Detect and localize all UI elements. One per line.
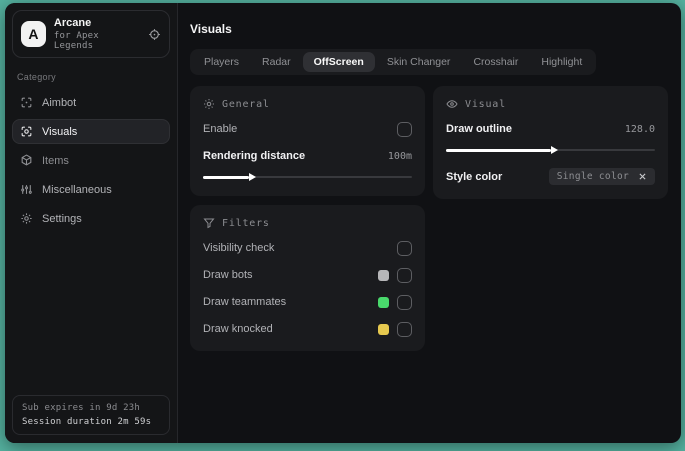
draw-outline-slider[interactable] [446, 145, 655, 155]
sidebar-item-settings[interactable]: Settings [12, 206, 170, 231]
tab-highlight[interactable]: Highlight [530, 52, 593, 72]
sun-icon [203, 98, 215, 110]
style-color-select[interactable]: Single color [548, 168, 655, 185]
left-column: General Enable Rendering distance 100m F… [190, 86, 425, 351]
sidebar-item-items[interactable]: Items [12, 148, 170, 173]
app-header-card: A Arcane for Apex Legends [12, 10, 170, 58]
visual-panel: Visual Draw outline 128.0 Style color Si… [433, 86, 668, 199]
main-content: Visuals Players Radar OffScreen Skin Cha… [178, 3, 681, 443]
app-title: Arcane [53, 17, 92, 29]
target-icon[interactable] [148, 28, 161, 41]
draw-knocked-checkbox[interactable] [397, 321, 412, 337]
close-icon[interactable] [638, 172, 647, 181]
sidebar: A Arcane for Apex Legends Category Aimbo… [5, 3, 178, 443]
draw-outline-label: Draw outline [446, 123, 513, 135]
rendering-distance-slider[interactable] [203, 172, 412, 182]
general-panel-title: General [222, 98, 270, 110]
tab-bar: Players Radar OffScreen Skin Changer Cro… [190, 49, 597, 75]
draw-bots-color-swatch[interactable] [378, 269, 389, 281]
visibility-check-label: Visibility check [203, 242, 275, 254]
tab-players[interactable]: Players [193, 52, 250, 72]
style-color-label: Style color [446, 170, 503, 183]
tab-crosshair[interactable]: Crosshair [462, 52, 529, 72]
rendering-distance-label: Rendering distance [203, 150, 306, 162]
crosshair-icon [20, 96, 33, 109]
app-logo: A [21, 21, 46, 47]
sidebar-item-label: Settings [42, 212, 82, 225]
slider-fill [203, 172, 256, 181]
subscription-info-card: Sub expires in 9d 23h Session duration 2… [12, 395, 170, 435]
general-panel-header: General [203, 98, 412, 110]
draw-teammates-color-swatch[interactable] [378, 296, 389, 308]
draw-knocked-color-swatch[interactable] [378, 323, 389, 335]
general-panel: General Enable Rendering distance 100m [190, 86, 425, 196]
app-window: A Arcane for Apex Legends Category Aimbo… [5, 3, 681, 443]
sidebar-nav: Aimbot Visuals Items Miscellaneous Setti… [12, 90, 170, 235]
visual-panel-header: Visual [446, 98, 655, 110]
sidebar-item-label: Miscellaneous [42, 183, 112, 196]
draw-bots-checkbox[interactable] [397, 267, 412, 283]
filters-panel-title: Filters [222, 217, 270, 229]
eye-icon [446, 98, 458, 110]
draw-bots-label: Draw bots [203, 269, 253, 281]
desktop-background: A Arcane for Apex Legends Category Aimbo… [0, 0, 685, 451]
visibility-check-checkbox[interactable] [397, 240, 412, 256]
gear-icon [20, 212, 33, 225]
sidebar-item-aimbot[interactable]: Aimbot [12, 90, 170, 115]
sidebar-item-label: Visuals [42, 125, 78, 138]
page-title: Visuals [190, 22, 232, 36]
filters-panel: Filters Visibility check Draw bots Draw … [190, 205, 425, 351]
session-duration-text: Session duration 2m 59s [22, 417, 152, 427]
eye-scan-icon [20, 125, 33, 138]
enable-label: Enable [203, 123, 238, 135]
style-color-selected-option: Single color [556, 171, 629, 182]
filters-panel-header: Filters [203, 217, 412, 229]
draw-outline-value: 128.0 [624, 123, 655, 135]
draw-knocked-label: Draw knocked [203, 323, 273, 335]
app-meta: Arcane for Apex Legends [54, 17, 140, 51]
rendering-distance-value: 100m [387, 150, 412, 162]
cube-icon [20, 154, 33, 167]
tab-skin-changer[interactable]: Skin Changer [376, 52, 462, 72]
visual-panel-title: Visual [465, 98, 506, 110]
sidebar-item-label: Items [42, 154, 69, 167]
slider-fill [446, 145, 557, 154]
tab-radar[interactable]: Radar [251, 52, 302, 72]
sidebar-item-miscellaneous[interactable]: Miscellaneous [12, 177, 170, 202]
tab-offscreen[interactable]: OffScreen [302, 52, 375, 72]
app-subtitle: for Apex Legends [53, 31, 99, 51]
enable-checkbox[interactable] [397, 121, 412, 137]
funnel-icon [203, 217, 215, 229]
sidebar-item-label: Aimbot [42, 96, 77, 109]
right-column: Visual Draw outline 128.0 Style color Si… [433, 86, 668, 199]
category-label: Category [17, 72, 56, 82]
sub-expires-text: Sub expires in 9d 23h [22, 403, 140, 413]
sliders-icon [20, 183, 33, 196]
draw-teammates-checkbox[interactable] [397, 294, 412, 310]
sidebar-item-visuals[interactable]: Visuals [12, 119, 170, 144]
draw-teammates-label: Draw teammates [203, 296, 287, 308]
